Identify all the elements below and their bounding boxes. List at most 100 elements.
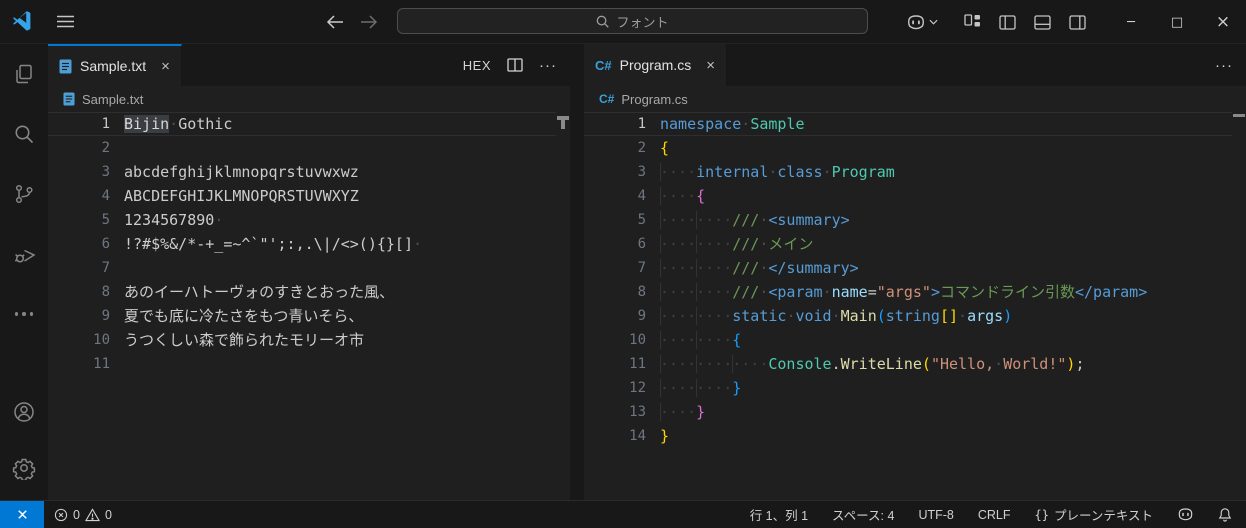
code-line[interactable]: 4····{ (584, 184, 1232, 208)
code-line[interactable]: 10うつくしい森で飾られたモリーオ市 (48, 328, 556, 352)
explorer-icon[interactable] (0, 44, 48, 104)
line-number[interactable]: 3 (584, 160, 646, 184)
line-number[interactable]: 8 (48, 280, 110, 304)
code-line[interactable]: 13····} (584, 400, 1232, 424)
overview-ruler[interactable] (1232, 112, 1246, 500)
code-line[interactable]: 51234567890· (48, 208, 556, 232)
line-number[interactable]: 10 (584, 328, 646, 352)
cursor-marker (1233, 114, 1245, 117)
problems-item[interactable]: 0 0 (54, 508, 112, 522)
command-center-search[interactable]: フォント (397, 8, 868, 34)
copilot-button[interactable] (906, 15, 938, 30)
line-number[interactable]: 6 (584, 232, 646, 256)
line-number[interactable]: 14 (584, 424, 646, 448)
tab-bar-right: C# Program.cs × ··· (584, 44, 1246, 86)
overview-ruler[interactable] (556, 112, 570, 500)
code-line[interactable]: 3abcdefghijklmnopqrstuvwxwz (48, 160, 556, 184)
code-line[interactable]: 1Bijin·Gothic (48, 112, 556, 136)
close-window-button[interactable]: × (1200, 0, 1246, 44)
line-number[interactable]: 1 (584, 113, 646, 135)
customize-layout-icon[interactable] (964, 14, 981, 31)
split-editor-icon[interactable] (507, 57, 523, 73)
line-number[interactable]: 11 (584, 352, 646, 376)
copilot-status[interactable] (1177, 508, 1194, 521)
code-line[interactable]: 8あのイーハトーヴォのすきとおった風、 (48, 280, 556, 304)
code-line[interactable]: 14} (584, 424, 1232, 448)
line-number[interactable]: 9 (584, 304, 646, 328)
line-number[interactable]: 11 (48, 352, 110, 376)
eol-sequence[interactable]: CRLF (978, 508, 1011, 522)
editor-program-cs[interactable]: 1namespace·Sample2{3····internal·class·P… (584, 112, 1246, 500)
code-token: · (214, 211, 223, 229)
menu-icon[interactable] (57, 15, 74, 28)
code-token: ···· (660, 187, 696, 205)
tab-program-cs[interactable]: C# Program.cs × (584, 44, 727, 86)
indentation[interactable]: スペース: 4 (832, 505, 894, 524)
code-line[interactable]: 10········{ (584, 328, 1232, 352)
line-number[interactable]: 4 (584, 184, 646, 208)
hex-editor-button[interactable]: HEX (463, 58, 491, 73)
language-mode[interactable]: {} プレーンテキスト (1035, 505, 1153, 524)
cursor-position[interactable]: 行 1、列 1 (750, 505, 808, 524)
code-line[interactable]: 8········///·<param·name="args">コマンドライン引… (584, 280, 1232, 304)
close-tab-icon[interactable]: × (706, 58, 715, 73)
code-token: { (732, 331, 741, 349)
maximize-button[interactable]: □ (1154, 0, 1200, 44)
run-and-debug-icon[interactable] (0, 224, 48, 284)
code-line[interactable]: 1namespace·Sample (584, 112, 1232, 136)
search-sidebar-icon[interactable] (0, 104, 48, 164)
close-tab-icon[interactable]: × (161, 59, 170, 74)
code-line[interactable]: 2 (48, 136, 556, 160)
line-number[interactable]: 5 (584, 208, 646, 232)
tab-sample-txt[interactable]: Sample.txt × (48, 44, 182, 86)
settings-gear-icon[interactable] (0, 440, 48, 496)
toggle-primary-sidebar-icon[interactable] (999, 14, 1016, 31)
line-number[interactable]: 8 (584, 280, 646, 304)
code-line[interactable]: 9夏でも底に冷たさをもつ青いそら、 (48, 304, 556, 328)
forward-arrow[interactable] (354, 0, 384, 44)
code-line[interactable]: 4ABCDEFGHIJKLMNOPQRSTUVWXYZ (48, 184, 556, 208)
editor-sash[interactable] (570, 44, 584, 500)
encoding[interactable]: UTF-8 (918, 508, 953, 522)
line-number[interactable]: 7 (48, 256, 110, 280)
code-line[interactable]: 9········static·void·Main(string[]·args) (584, 304, 1232, 328)
more-actions-icon[interactable]: ··· (539, 57, 557, 74)
code-text: ········{ (646, 328, 741, 352)
code-token: ( (922, 355, 931, 373)
line-number[interactable]: 4 (48, 184, 110, 208)
code-line[interactable]: 6········///·メイン (584, 232, 1232, 256)
source-control-icon[interactable] (0, 164, 48, 224)
line-number[interactable]: 10 (48, 328, 110, 352)
more-actions-icon[interactable]: ··· (1215, 57, 1233, 74)
code-line[interactable]: 11 (48, 352, 556, 376)
notifications-bell[interactable] (1218, 507, 1232, 522)
code-line[interactable]: 11············Console.WriteLine("Hello,·… (584, 352, 1232, 376)
line-number[interactable]: 2 (48, 136, 110, 160)
code-line[interactable]: 7 (48, 256, 556, 280)
line-number[interactable]: 6 (48, 232, 110, 256)
line-number[interactable]: 13 (584, 400, 646, 424)
minimize-button[interactable]: ─ (1108, 0, 1154, 44)
code-line[interactable]: 5········///·<summary> (584, 208, 1232, 232)
breadcrumb[interactable]: Sample.txt (48, 86, 570, 112)
more-views-icon[interactable] (0, 284, 48, 344)
line-number[interactable]: 12 (584, 376, 646, 400)
line-number[interactable]: 7 (584, 256, 646, 280)
toggle-panel-icon[interactable] (1034, 14, 1051, 31)
toggle-secondary-sidebar-icon[interactable] (1069, 14, 1086, 31)
remote-indicator[interactable] (0, 501, 44, 528)
accounts-icon[interactable] (0, 384, 48, 440)
line-number[interactable]: 3 (48, 160, 110, 184)
code-line[interactable]: 3····internal·class·Program (584, 160, 1232, 184)
breadcrumb[interactable]: C# Program.cs (584, 86, 1246, 112)
back-arrow[interactable] (320, 0, 350, 44)
code-line[interactable]: 12········} (584, 376, 1232, 400)
line-number[interactable]: 2 (584, 136, 646, 160)
line-number[interactable]: 1 (48, 113, 110, 135)
line-number[interactable]: 5 (48, 208, 110, 232)
code-line[interactable]: 2{ (584, 136, 1232, 160)
line-number[interactable]: 9 (48, 304, 110, 328)
editor-sample-txt[interactable]: 1Bijin·Gothic23abcdefghijklmnopqrstuvwxw… (48, 112, 570, 500)
code-line[interactable]: 6!?#$%&/*-+_=~^`"';:,.\|/<>(){}[]· (48, 232, 556, 256)
code-line[interactable]: 7········///·</summary> (584, 256, 1232, 280)
